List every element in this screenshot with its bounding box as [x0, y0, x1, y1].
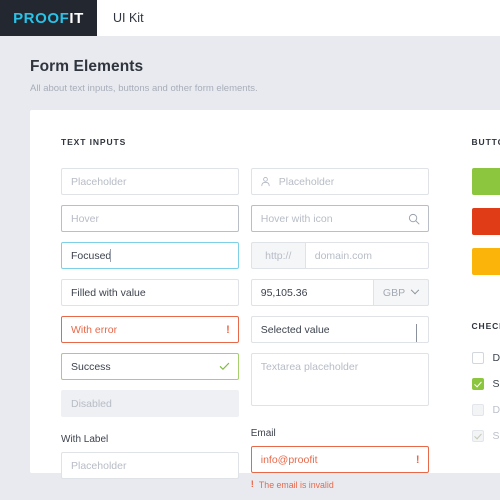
chevron-down-icon [410, 285, 420, 294]
email-error-text: The email is invalid [258, 479, 334, 490]
field-disabled [61, 390, 239, 417]
field-search [250, 205, 429, 232]
checkbox-default[interactable] [471, 352, 484, 364]
input-error[interactable] [61, 316, 239, 343]
label-email: Email [250, 428, 276, 439]
text-caret [110, 249, 111, 262]
checkbox-label-disabled: Disabled [492, 404, 500, 416]
select-input[interactable] [250, 316, 429, 343]
field-user [250, 168, 429, 195]
checkbox-row-selected[interactable]: Selected [471, 378, 500, 390]
input-user[interactable] [250, 168, 429, 195]
input-filled[interactable] [61, 279, 239, 306]
checkbox-disabled [471, 404, 484, 416]
currency-select-value: GBP [382, 286, 406, 299]
field-filled [61, 279, 239, 306]
tab-ui-kit-label: UI Kit [113, 11, 144, 25]
field-placeholder [61, 168, 239, 195]
currency-select[interactable]: GBP [372, 279, 429, 306]
input-textarea[interactable] [250, 353, 429, 406]
checkbox-label-default: Default [492, 352, 500, 364]
error-bang-icon: ! [250, 479, 254, 490]
button-red[interactable]: BUTTON [471, 208, 500, 235]
page-title: Form Elements [30, 58, 144, 75]
logo-it-text: IT [69, 9, 84, 27]
section-label-text-inputs: TEXT INPUTS [61, 137, 127, 147]
input-disabled [61, 390, 239, 417]
page-header: Form Elements All about text inputs, but… [0, 36, 500, 94]
buttons-checkboxes-column: BUTTONS BUTTON BUTTON BUTTON CHECKBOXES … [471, 137, 500, 500]
field-hover [61, 205, 239, 232]
top-navigation-bar: PROOFIT UI Kit [0, 0, 500, 36]
logo-proof-text: PROOF [13, 9, 70, 27]
input-hover[interactable] [61, 205, 239, 232]
checkbox-label-selected-disabled: Selected disabled [492, 430, 500, 442]
tab-ui-kit[interactable]: UI Kit [97, 0, 160, 36]
input-email[interactable] [250, 446, 429, 473]
input-amount[interactable] [250, 279, 373, 306]
section-label-checkboxes: CHECKBOXES [471, 321, 500, 331]
email-error-message: ! The email is invalid [251, 479, 429, 490]
checkbox-selected-disabled [471, 430, 484, 442]
checkbox-selected[interactable] [471, 378, 484, 390]
input-with-label[interactable] [61, 452, 239, 479]
field-url: http:// [250, 242, 429, 269]
input-success[interactable] [61, 353, 239, 380]
url-prefix-label: http:// [250, 242, 305, 269]
field-email: Email ! ! The email is invalid [250, 428, 429, 490]
field-with-label: With Label [61, 434, 239, 479]
input-placeholder[interactable] [61, 168, 239, 195]
text-inputs-column-middle: http:// GBP Email [250, 137, 429, 500]
button-amber[interactable]: BUTTON [471, 248, 500, 275]
label-with-label: With Label [61, 434, 109, 445]
field-amount: GBP [250, 279, 429, 306]
checkbox-label-selected: Selected [492, 378, 500, 390]
field-select [250, 316, 429, 343]
checkbox-row-selected-disabled: Selected disabled [471, 430, 500, 442]
field-success [61, 353, 239, 380]
text-inputs-column-left: TEXT INPUTS ! [61, 137, 239, 500]
field-focused [61, 242, 239, 269]
logo[interactable]: PROOFIT [0, 0, 97, 36]
input-search[interactable] [250, 205, 429, 232]
page-subtitle: All about text inputs, buttons and other… [30, 83, 258, 94]
input-domain[interactable] [304, 242, 429, 269]
form-elements-card: TEXT INPUTS ! [30, 110, 500, 490]
button-green[interactable]: BUTTON [471, 168, 500, 195]
logo-text: PROOFIT [13, 10, 84, 27]
field-textarea [250, 353, 429, 411]
checkbox-row-default[interactable]: Default [471, 352, 500, 364]
checkbox-row-disabled: Disabled [471, 404, 500, 416]
field-error: ! [61, 316, 239, 343]
section-label-buttons: BUTTONS [471, 137, 500, 147]
input-focused[interactable] [61, 242, 239, 269]
